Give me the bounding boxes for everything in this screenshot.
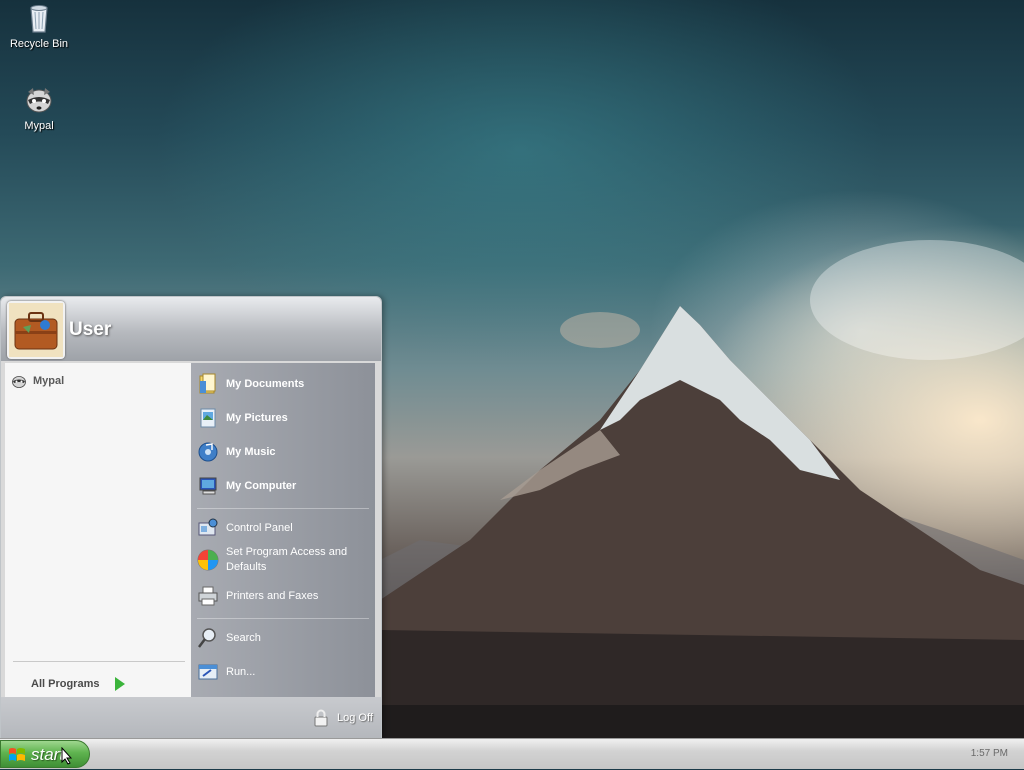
printers-faxes-label: Printers and Faxes — [226, 590, 319, 602]
lock-icon — [313, 709, 329, 727]
user-name: User — [69, 319, 112, 340]
mypal-raccoon-icon — [23, 84, 55, 116]
separator — [197, 508, 369, 509]
start-menu-footer: Log Off — [1, 697, 381, 739]
system-clock[interactable]: 1:57 PM — [971, 748, 1008, 759]
control-panel-icon — [197, 517, 219, 539]
run-link[interactable]: Run... — [197, 661, 255, 683]
all-programs-button[interactable]: All Programs — [31, 677, 126, 691]
log-off-label: Log Off — [337, 712, 373, 724]
places-panel: My Documents My Pictures My Music My Com… — [191, 363, 375, 697]
recycle-bin-icon — [23, 2, 55, 34]
search-icon — [197, 627, 219, 649]
separator — [197, 618, 369, 619]
program-defaults-link[interactable]: Set Program Access and Defaults — [197, 545, 357, 575]
green-arrow-icon — [115, 677, 126, 691]
windows-logo-icon — [8, 746, 26, 764]
separator — [13, 661, 185, 662]
taskbar: start 1:57 PM — [0, 738, 1024, 769]
my-documents-link[interactable]: My Documents — [197, 373, 304, 395]
control-panel-link[interactable]: Control Panel — [197, 517, 293, 539]
pinned-item-mypal[interactable]: Mypal — [11, 373, 64, 389]
control-panel-label: Control Panel — [226, 522, 293, 534]
my-computer-icon — [197, 475, 219, 497]
search-label: Search — [226, 632, 261, 644]
my-computer-label: My Computer — [226, 480, 297, 492]
start-menu: User Mypal All Programs My Documents My … — [0, 296, 382, 740]
my-music-label: My Music — [226, 446, 276, 458]
program-defaults-icon — [197, 549, 219, 571]
start-button[interactable]: start — [0, 740, 90, 768]
search-link[interactable]: Search — [197, 627, 261, 649]
my-music-link[interactable]: My Music — [197, 441, 276, 463]
my-pictures-label: My Pictures — [226, 412, 288, 424]
log-off-button[interactable]: Log Off — [313, 709, 373, 727]
briefcase-icon[interactable] — [7, 301, 65, 359]
my-computer-link[interactable]: My Computer — [197, 475, 296, 497]
program-defaults-label: Set Program Access and Defaults — [226, 546, 348, 573]
my-documents-label: My Documents — [226, 378, 305, 390]
desktop-icon-label: Mypal — [24, 120, 54, 132]
pinned-programs-panel: Mypal All Programs — [5, 363, 191, 697]
my-documents-icon — [197, 373, 219, 395]
start-label: start — [31, 745, 65, 764]
pinned-item-label: Mypal — [33, 375, 65, 387]
my-pictures-link[interactable]: My Pictures — [197, 407, 288, 429]
my-pictures-icon — [197, 407, 219, 429]
mouse-cursor-icon — [61, 746, 73, 765]
mypal-raccoon-icon — [11, 373, 27, 389]
printer-icon — [197, 585, 219, 607]
run-icon — [197, 661, 219, 683]
my-music-icon — [197, 441, 219, 463]
all-programs-label: All Programs — [31, 678, 100, 690]
printers-faxes-link[interactable]: Printers and Faxes — [197, 585, 318, 607]
desktop-icon-label: Recycle Bin — [9, 38, 69, 50]
desktop-icon-recycle-bin[interactable]: Recycle Bin — [1, 2, 77, 50]
desktop-icon-mypal[interactable]: Mypal — [1, 84, 77, 132]
run-label: Run... — [226, 666, 256, 678]
start-menu-header: User — [1, 297, 381, 361]
